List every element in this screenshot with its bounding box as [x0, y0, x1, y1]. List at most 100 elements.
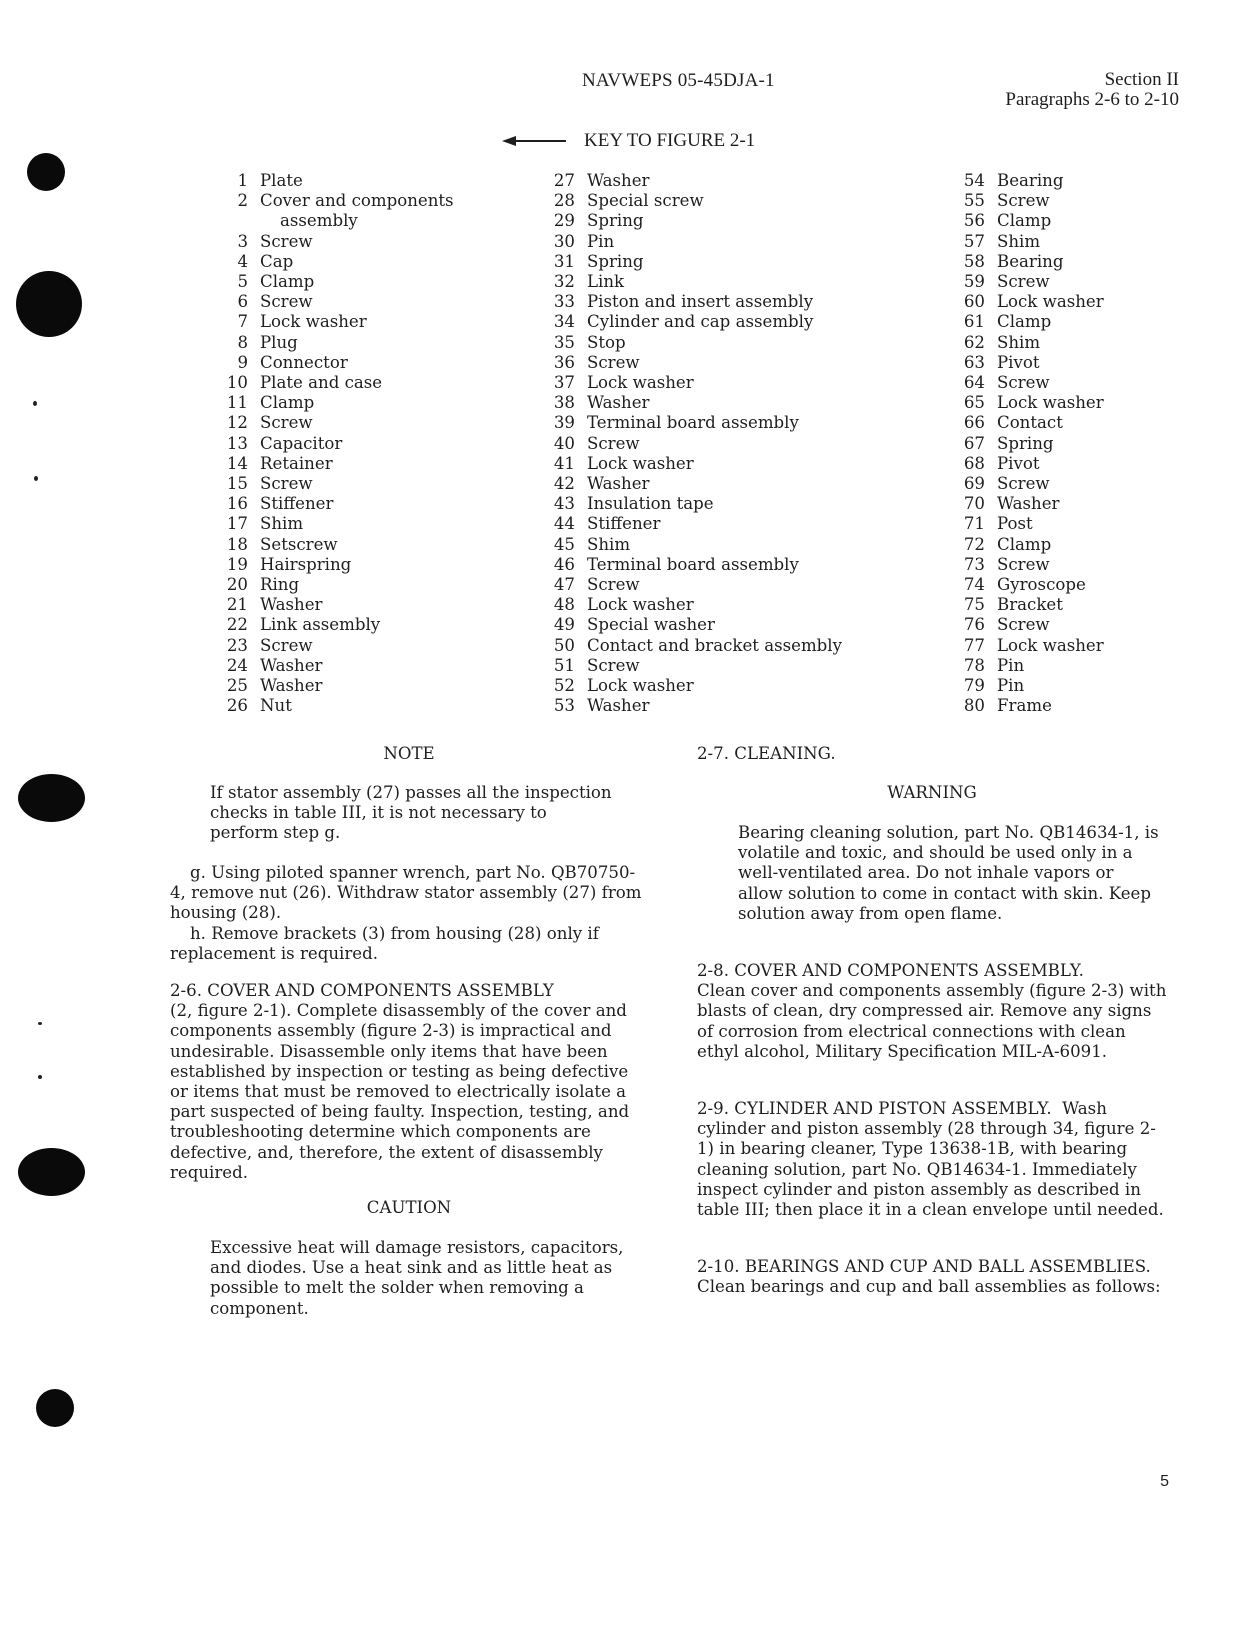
key-item-label: Screw — [997, 555, 1050, 575]
key-item-number: 71 — [963, 514, 985, 534]
key-item: 33 Piston and insert assembly — [545, 292, 842, 312]
key-item: 69 Screw — [955, 474, 1104, 494]
key-item: 80 Frame — [955, 696, 1104, 716]
key-item-label-text: Pin — [997, 676, 1025, 696]
key-item: 71 Post — [955, 514, 1104, 534]
key-item-label-text: Special washer — [587, 615, 715, 635]
key-item-label: Pin — [587, 232, 614, 252]
key-item-label-text: Washer — [260, 655, 323, 675]
key-item-label-text: Clamp — [997, 211, 1052, 231]
key-item-number: 17 — [226, 514, 248, 534]
key-item-label: Lock washer — [587, 595, 694, 615]
key-item: 40 Screw — [545, 434, 842, 454]
key-item-label: Piston and insert assembly — [587, 292, 813, 312]
key-item-label: Stiffener — [260, 494, 333, 514]
key-item: 7 Lock washer — [218, 312, 454, 332]
key-item-number: 62 — [963, 332, 985, 352]
key-item: 62 Shim — [955, 333, 1104, 353]
key-item: 59 Screw — [955, 272, 1104, 292]
key-item-number: 35 — [553, 332, 575, 352]
key-item: 32 Link — [545, 272, 842, 292]
paragraph-2-8: 2-8. COVER AND COMPONENTS ASSEMBLY. Clea… — [697, 961, 1167, 1062]
key-item: 49 Special washer — [545, 615, 842, 635]
key-item-label-text: Lock washer — [997, 635, 1104, 655]
key-item-label: Screw — [587, 353, 640, 373]
key-item-label: Lock washer — [587, 454, 694, 474]
key-item: 63 Pivot — [955, 353, 1104, 373]
binder-hole — [27, 153, 65, 191]
key-column-2: 27 Washer 28 Special screw 29 Spring 30 Pin 31 Sp… — [545, 171, 842, 716]
key-item: 10 Plate and case — [218, 373, 454, 393]
key-item: 46 Terminal board assembly — [545, 555, 842, 575]
key-item-label-text: Contact and bracket assembly — [587, 635, 842, 655]
key-item-label-text: Washer — [260, 676, 323, 696]
key-item-label-text: Washer — [587, 474, 650, 494]
key-item-number: 48 — [553, 595, 575, 615]
key-item: 41 Lock washer — [545, 454, 842, 474]
key-item-number: 67 — [963, 433, 985, 453]
key-item: 36 Screw — [545, 353, 842, 373]
key-item-label-text: Pivot — [997, 453, 1040, 473]
key-item-number: 80 — [963, 696, 985, 716]
key-item-label-text: Capacitor — [260, 433, 343, 453]
key-item-label: Screw — [997, 191, 1050, 211]
key-item-label-text: Pin — [587, 231, 615, 251]
key-item-label: Spring — [997, 434, 1054, 454]
key-item-label-continuation: assembly — [280, 211, 358, 231]
key-item-label-text: Lock washer — [997, 393, 1104, 413]
key-item-label-text: Terminal board assembly — [587, 413, 799, 433]
key-item-number: 77 — [963, 635, 985, 655]
key-item: 35 Stop — [545, 333, 842, 353]
key-item-number: 8 — [237, 332, 248, 352]
key-item-label: Clamp — [260, 393, 314, 413]
key-item-label: Terminal board assembly — [587, 413, 799, 433]
key-item-label-text: Contact — [997, 413, 1063, 433]
key-item-label: Frame — [997, 696, 1052, 716]
key-item-label: Special screw — [587, 191, 704, 211]
key-item-label: Spring — [587, 252, 644, 272]
key-item-label-text: Pivot — [997, 352, 1040, 372]
key-item-label-text: Link assembly — [260, 615, 381, 635]
key-item-number: 21 — [226, 595, 248, 615]
key-item-label-text: Lock washer — [587, 373, 694, 393]
key-item-number: 25 — [226, 676, 248, 696]
key-item-label-text: Screw — [997, 474, 1050, 494]
key-item: 57 Shim — [955, 232, 1104, 252]
key-item-number: 7 — [237, 312, 248, 332]
key-column-3: 54 Bearing 55 Screw 56 Clamp 57 Shim 58 Bearing 59… — [955, 171, 1104, 716]
key-title-text: KEY TO FIGURE 2-1 — [584, 130, 756, 151]
key-item-label-text: Cover and components — [260, 191, 454, 211]
key-item: 60 Lock washer — [955, 292, 1104, 312]
binder-hole — [18, 1148, 85, 1196]
key-item: 34 Cylinder and cap assembly — [545, 312, 842, 332]
document-id: NAVWEPS 05-45DJA-1 — [582, 70, 775, 91]
key-item-label: Cylinder and cap assembly — [587, 312, 813, 332]
key-item-number: 4 — [237, 251, 248, 271]
key-item-label: Washer — [997, 494, 1059, 514]
key-item-label: Post — [997, 514, 1033, 534]
key-item-label: Screw — [587, 434, 640, 454]
key-item-label-text: Cap — [260, 251, 294, 271]
key-item-number: 41 — [553, 453, 575, 473]
key-item-label-text: Screw — [260, 474, 313, 494]
key-item-number: 44 — [553, 514, 575, 534]
left-arrow-icon — [502, 133, 566, 149]
key-item: 9 Connector — [218, 353, 454, 373]
key-item-label: Contact and bracket assembly — [587, 636, 842, 656]
paragraph-2-10-heading: 2-10. BEARINGS AND CUP AND BALL ASSEMBLI… — [697, 1257, 1151, 1276]
key-item-label: Lock washer — [997, 292, 1104, 312]
note-heading: NOTE — [383, 744, 435, 763]
key-item: 39 Terminal board assembly — [545, 413, 842, 433]
key-item-number: 28 — [553, 191, 575, 211]
key-item: 51 Screw — [545, 656, 842, 676]
key-item-number: 27 — [553, 171, 575, 190]
key-item-number: 10 — [226, 373, 248, 393]
key-item-number: 57 — [963, 231, 985, 251]
key-item-label: Clamp — [997, 211, 1051, 231]
key-item-number: 9 — [237, 352, 248, 372]
key-item-label: Connector — [260, 353, 348, 373]
key-item-number: 23 — [226, 635, 248, 655]
key-item-label-text: Retainer — [260, 453, 333, 473]
key-item-label-text: Spring — [587, 251, 644, 271]
paragraph-2-7-heading: 2-7. CLEANING. — [697, 744, 836, 763]
